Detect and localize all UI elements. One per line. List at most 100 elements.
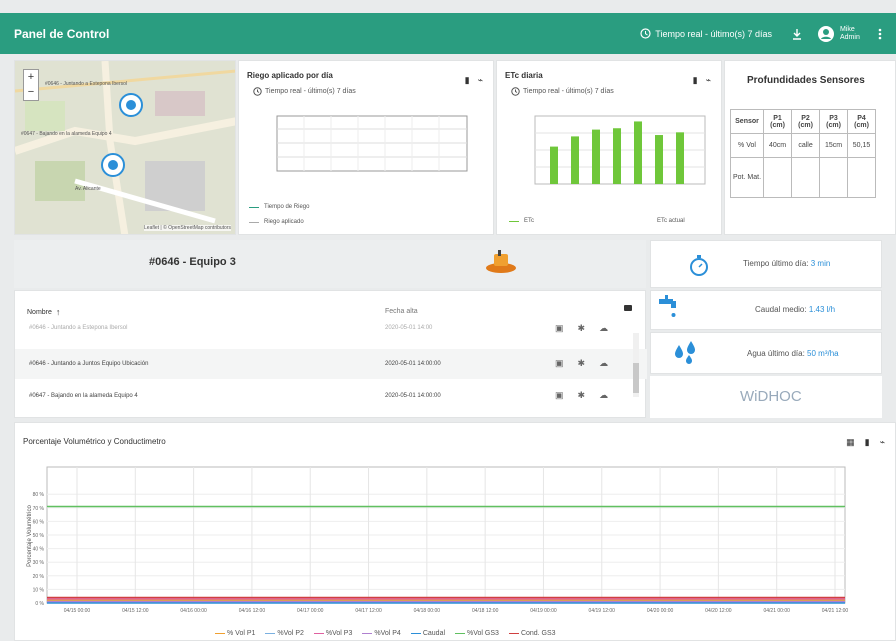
row-date: 2020-05-01 14:00:00 <box>385 361 441 367</box>
cloud-icon[interactable]: ☁ <box>599 358 608 369</box>
y-tick-label: 50 % <box>33 533 45 539</box>
map-attribution[interactable]: Leaflet | © OpenStreetMap contributors <box>144 225 231 231</box>
table-row[interactable]: #0647 - Bajando en la alameda Equipo 4 2… <box>15 381 647 411</box>
legend-label: %Vol P3 <box>325 630 353 637</box>
table-cell <box>847 157 877 198</box>
column-header-name-label: Nombre <box>27 308 52 316</box>
riego-legend-2-label: Riego aplicado <box>264 219 304 225</box>
main-chart-legend: % Vol P1 %Vol P2 %Vol P3 %Vol P4 Caudal %Vol … <box>215 630 556 637</box>
time-filter[interactable]: Tiempo real - último(s) 7 días <box>640 28 772 39</box>
stat-caudal: Caudal medio: 1.43 l/h <box>650 290 882 330</box>
water-drops-icon <box>675 341 695 364</box>
grid-icon[interactable]: ▦ <box>846 437 855 448</box>
marker-label-1: #0646 - Juntando a Estepona Ibersol <box>45 81 128 87</box>
x-tick-label: 04/20 00:00 <box>647 608 674 614</box>
document-icon[interactable]: ▮ <box>465 75 470 86</box>
table-cell <box>763 157 793 198</box>
legend-item[interactable]: %Vol GS3 <box>455 630 499 637</box>
stat-agua-label: Agua último día: <box>747 349 805 358</box>
etc-plot <box>534 115 706 185</box>
camera-icon[interactable]: ▣ <box>555 358 564 369</box>
row-name: #0647 - Bajando en la alameda Equipo 4 <box>29 393 138 399</box>
cloud-icon[interactable]: ☁ <box>599 323 608 334</box>
column-header-name[interactable]: Nombre ↑ <box>27 307 60 317</box>
table-cell: calle <box>791 133 821 158</box>
main-chart-plot: 0 % 10 % 20 % 30 % 40 % 50 % 60 % 70 % 80 % 04/15… <box>33 466 848 614</box>
fullscreen-icon[interactable]: ⌁ <box>478 75 483 86</box>
etc-legend-2[interactable]: ETc actual <box>657 218 685 224</box>
legend-item[interactable]: % Vol P1 <box>215 630 255 637</box>
etc-legend-1-label: ETc <box>524 218 535 224</box>
table-row[interactable]: #0646 - Juntando a Estepona Ibersol 2020… <box>15 323 647 335</box>
equipment-list: Nombre ↑ Fecha alta #0646 - Juntando a E… <box>14 290 647 418</box>
etc-bar <box>550 146 558 184</box>
etc-legend-1[interactable]: ETc <box>509 218 534 224</box>
x-tick-label: 04/18 00:00 <box>414 608 441 614</box>
riego-plot <box>276 115 468 172</box>
riego-legend-2[interactable]: Riego aplicado <box>249 219 304 225</box>
stat-tiempo: Tiempo último día: 3 min <box>650 240 882 288</box>
sensores-card: Profundidades Sensores Sensor P1 (cm) P2… <box>724 60 896 235</box>
table-header-cell: P4 (cm) <box>847 109 877 134</box>
document-icon[interactable]: ▮ <box>693 75 698 86</box>
clock-icon <box>640 28 651 39</box>
document-icon[interactable]: ▮ <box>865 437 870 448</box>
y-tick-label: 0 % <box>35 601 44 607</box>
table-cell: 15cm <box>819 133 849 158</box>
map-marker-1[interactable] <box>119 93 143 122</box>
legend-item[interactable]: Caudal <box>410 630 445 637</box>
legend-item[interactable]: %Vol P3 <box>313 630 353 637</box>
legend-label: %Vol P2 <box>277 630 304 637</box>
legend-swatch <box>508 632 519 634</box>
x-tick-label: 04/19 12:00 <box>589 608 616 614</box>
y-tick-label: 40 % <box>33 547 45 553</box>
top-bar: Panel de Control Tiempo real - último(s)… <box>0 13 896 54</box>
device-image-icon <box>486 250 516 273</box>
stat-caudal-value: 1.43 l/h <box>808 305 836 314</box>
more-vert-icon[interactable] <box>878 28 882 40</box>
sort-arrow-up-icon: ↑ <box>55 307 61 317</box>
user-menu[interactable]: Mike Admin <box>818 25 870 42</box>
clock-icon <box>253 87 262 96</box>
stopwatch-icon <box>690 255 708 276</box>
marker-pin-icon <box>101 153 125 177</box>
clock-icon <box>511 87 520 96</box>
scrollbar-thumb[interactable] <box>633 363 639 393</box>
legend-item[interactable]: Cond. GS3 <box>508 630 556 637</box>
camera-icon[interactable]: ▣ <box>555 390 564 401</box>
bug-icon[interactable]: ✱ <box>578 390 586 401</box>
bug-icon[interactable]: ✱ <box>578 323 586 334</box>
x-tick-label: 04/15 12:00 <box>122 608 149 614</box>
scrollbar[interactable] <box>633 333 639 397</box>
table-header-cell: P2 (cm) <box>791 109 821 134</box>
bug-icon[interactable]: ✱ <box>578 358 586 369</box>
map-marker-2[interactable] <box>101 153 125 182</box>
y-tick-label: 80 % <box>33 492 45 498</box>
download-icon[interactable] <box>792 28 802 40</box>
zoom-out-button[interactable]: − <box>24 85 38 100</box>
map-widget[interactable]: + − #0646 - Juntando a Estepona Ibersol … <box>14 60 236 235</box>
riego-title: Riego aplicado por día <box>247 71 333 80</box>
camera-icon[interactable]: ▣ <box>555 323 564 334</box>
filter-icon[interactable] <box>624 305 632 311</box>
legend-swatch <box>215 632 225 634</box>
zoom-in-button[interactable]: + <box>24 70 38 85</box>
legend-swatch <box>362 632 373 634</box>
riego-legend-1[interactable]: Tiempo de Riego <box>249 204 309 210</box>
riego-legend-1-label: Tiempo de Riego <box>264 204 310 210</box>
etc-card: ETc diaria Tiempo real - último(s) 7 día… <box>496 60 722 235</box>
column-header-date[interactable]: Fecha alta <box>385 308 418 315</box>
fullscreen-icon[interactable]: ⌁ <box>706 75 711 86</box>
cloud-icon[interactable]: ☁ <box>599 390 608 401</box>
legend-item[interactable]: %Vol P4 <box>362 630 401 637</box>
fullscreen-icon[interactable]: ⌁ <box>880 437 885 448</box>
legend-item[interactable]: %Vol P2 <box>265 630 304 637</box>
table-cell: 50,15 <box>847 133 877 158</box>
etc-bar <box>676 132 684 184</box>
legend-label: % Vol P1 <box>227 630 256 637</box>
widhoc-logo: WiDHOC <box>740 388 802 405</box>
table-row[interactable]: #0646 - Juntando a Juntos Equipo Ubicaci… <box>15 349 647 379</box>
time-filter-label: Tiempo real - último(s) 7 días <box>655 28 772 39</box>
x-tick-label: 04/15 00:00 <box>64 608 91 614</box>
table-cell <box>791 157 821 198</box>
